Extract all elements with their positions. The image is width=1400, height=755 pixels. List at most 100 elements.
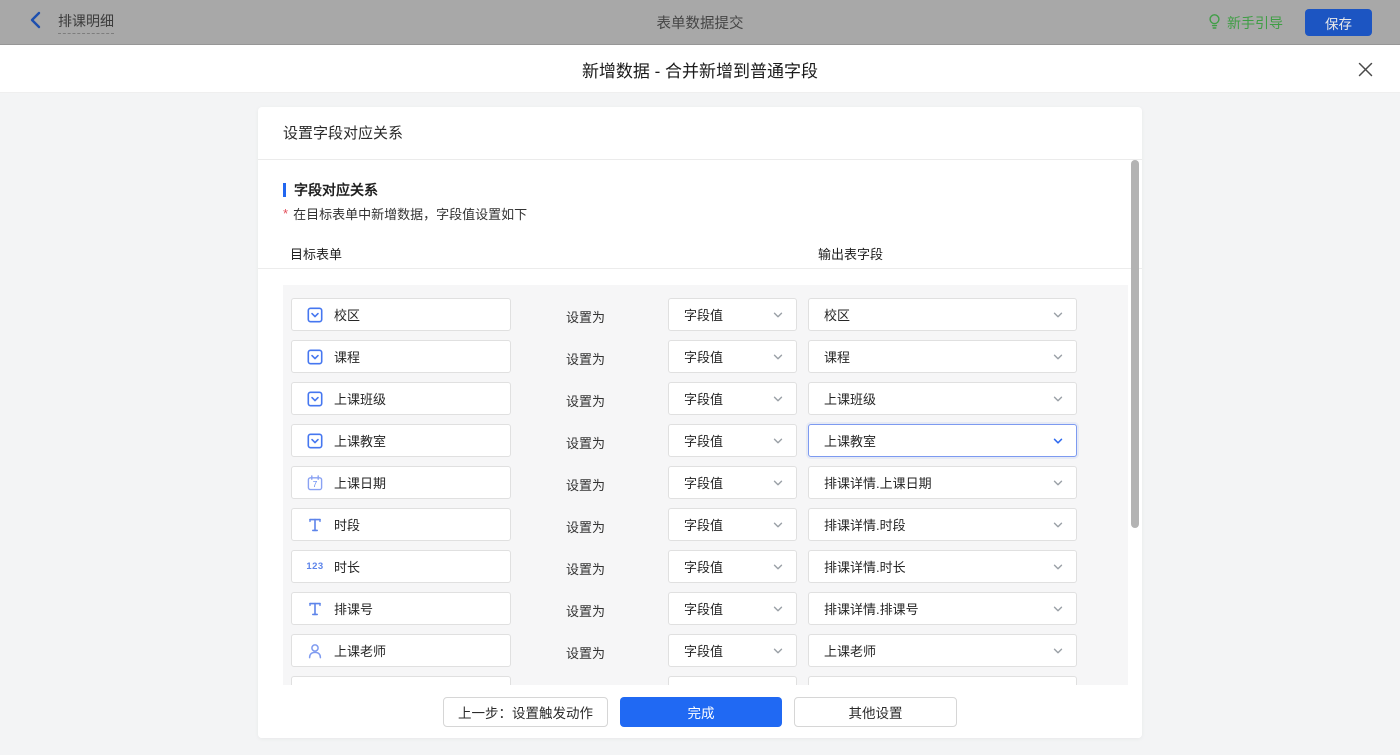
output-field-dropdown[interactable]: 校区: [808, 298, 1077, 331]
target-field-box[interactable]: 123 时长: [291, 550, 511, 583]
target-field-label: 校区: [334, 305, 360, 324]
target-field-label: 时长: [334, 557, 360, 576]
select-field-icon: [306, 433, 324, 449]
operator-dropdown[interactable]: 字段值: [668, 508, 797, 541]
target-field-label: 时段: [334, 515, 360, 534]
set-as-label: 设置为: [566, 643, 605, 662]
mapping-row: 123 时长 设置为 字段值 排课详情.时长: [283, 550, 1128, 583]
set-as-label: 设置为: [566, 601, 605, 620]
output-field-dropdown[interactable]: 排课详情.时段: [808, 508, 1077, 541]
chevron-down-icon: [772, 645, 784, 657]
chevron-down-icon: [772, 351, 784, 363]
date-field-icon: 7: [306, 475, 324, 491]
target-field-box[interactable]: 课程: [291, 340, 511, 373]
set-as-label: 设置为: [566, 559, 605, 578]
column-header-output-field: 输出表字段: [818, 244, 883, 263]
chevron-down-icon: [772, 477, 784, 489]
target-field-label: 课程: [334, 347, 360, 366]
chevron-down-icon: [772, 519, 784, 531]
mapping-row: 校区 设置为 字段值 校区: [283, 298, 1128, 331]
target-field-box[interactable]: 上课教室: [291, 424, 511, 457]
operator-dropdown[interactable]: 字段值: [668, 466, 797, 499]
field-mapping-card: 设置字段对应关系 字段对应关系 * 在目标表单中新增数据，字段值设置如下 目标表…: [258, 107, 1142, 738]
previous-step-button[interactable]: 上一步：设置触发动作: [443, 697, 608, 727]
select-field-icon: [306, 391, 324, 407]
operator-dropdown[interactable]: 字段值: [668, 298, 797, 331]
operator-dropdown[interactable]: 字段值: [668, 382, 797, 415]
mapping-row: 7 上课日期 设置为 字段值 排课详情.上课日期: [283, 466, 1128, 499]
target-field-box[interactable]: 时段: [291, 508, 511, 541]
mapping-row-partial: [283, 676, 1128, 685]
target-field-label: 上课老师: [334, 641, 386, 660]
operator-dropdown[interactable]: 字段值: [668, 340, 797, 373]
set-as-label: 设置为: [566, 517, 605, 536]
set-as-label: 设置为: [566, 475, 605, 494]
output-field-dropdown[interactable]: 排课详情.时长: [808, 550, 1077, 583]
svg-text:7: 7: [313, 480, 318, 489]
chevron-down-icon: [1052, 645, 1064, 657]
chevron-down-icon: [772, 603, 784, 615]
target-field-box[interactable]: [291, 676, 511, 685]
target-field-box[interactable]: 上课班级: [291, 382, 511, 415]
select-field-icon: [306, 307, 324, 323]
output-field-dropdown[interactable]: 上课老师: [808, 634, 1077, 667]
card-footer: 上一步：设置触发动作 完成 其他设置: [258, 685, 1142, 738]
chevron-down-icon: [1052, 351, 1064, 363]
target-field-box[interactable]: 排课号: [291, 592, 511, 625]
mapping-rows-panel: 校区 设置为 字段值 校区 课程: [283, 285, 1128, 685]
select-field-icon: [306, 349, 324, 365]
operator-dropdown[interactable]: 字段值: [668, 634, 797, 667]
chevron-down-icon: [1052, 309, 1064, 321]
chevron-down-icon: [1052, 519, 1064, 531]
dialog-title: 新增数据 - 合并新增到普通字段: [0, 45, 1400, 93]
done-button[interactable]: 完成: [620, 697, 782, 727]
set-as-label: 设置为: [566, 349, 605, 368]
output-field-dropdown[interactable]: 课程: [808, 340, 1077, 373]
target-field-box[interactable]: 7 上课日期: [291, 466, 511, 499]
operator-dropdown[interactable]: 字段值: [668, 592, 797, 625]
operator-dropdown[interactable]: 字段值: [668, 550, 797, 583]
required-asterisk: *: [283, 206, 288, 221]
scrollbar-thumb[interactable]: [1131, 160, 1139, 528]
column-header-target-form: 目标表单: [290, 244, 342, 263]
mapping-row: 课程 设置为 字段值 课程: [283, 340, 1128, 373]
target-field-label: 上课教室: [334, 431, 386, 450]
output-field-dropdown[interactable]: 上课班级: [808, 382, 1077, 415]
chevron-down-icon: [772, 309, 784, 321]
top-bar: 排课明细 表单数据提交 新手引导 保存: [0, 0, 1400, 45]
other-settings-button[interactable]: 其他设置: [794, 697, 957, 727]
operator-dropdown[interactable]: [668, 676, 797, 685]
target-field-box[interactable]: 校区: [291, 298, 511, 331]
operator-dropdown[interactable]: 字段值: [668, 424, 797, 457]
beginner-guide-label: 新手引导: [1227, 13, 1283, 33]
chevron-down-icon: [1052, 435, 1064, 447]
page-name[interactable]: 排课明细: [58, 11, 114, 34]
mapping-row: 排课号 设置为 字段值 排课详情.排课号: [283, 592, 1128, 625]
section-title: 字段对应关系: [294, 180, 378, 200]
text-field-icon: [306, 601, 324, 617]
number-field-icon: 123: [306, 561, 324, 572]
dialog-header: 新增数据 - 合并新增到普通字段: [0, 45, 1400, 93]
close-button[interactable]: [1356, 60, 1374, 78]
member-field-icon: [306, 643, 324, 659]
chevron-down-icon: [772, 561, 784, 573]
section-description: 在目标表单中新增数据，字段值设置如下: [293, 204, 527, 223]
beginner-guide-button[interactable]: 新手引导: [1207, 13, 1283, 33]
output-field-dropdown[interactable]: 排课详情.排课号: [808, 592, 1077, 625]
chevron-down-icon: [1052, 603, 1064, 615]
back-button[interactable]: [28, 11, 44, 34]
save-button[interactable]: 保存: [1305, 9, 1372, 36]
target-field-box[interactable]: 上课老师: [291, 634, 511, 667]
chevron-down-icon: [1052, 561, 1064, 573]
output-field-dropdown-focused[interactable]: 上课教室: [808, 424, 1077, 457]
text-field-icon: [306, 517, 324, 533]
mapping-row: 上课老师 设置为 字段值 上课老师: [283, 634, 1128, 667]
section-accent-bar: [283, 183, 286, 197]
mapping-row: 上课教室 设置为 字段值 上课教室: [283, 424, 1128, 457]
target-field-label: 排课号: [334, 599, 373, 618]
set-as-label: 设置为: [566, 391, 605, 410]
output-field-dropdown[interactable]: [808, 676, 1077, 685]
output-field-dropdown[interactable]: 排课详情.上课日期: [808, 466, 1077, 499]
chevron-down-icon: [1052, 477, 1064, 489]
dialog-body: 设置字段对应关系 字段对应关系 * 在目标表单中新增数据，字段值设置如下 目标表…: [0, 93, 1400, 755]
